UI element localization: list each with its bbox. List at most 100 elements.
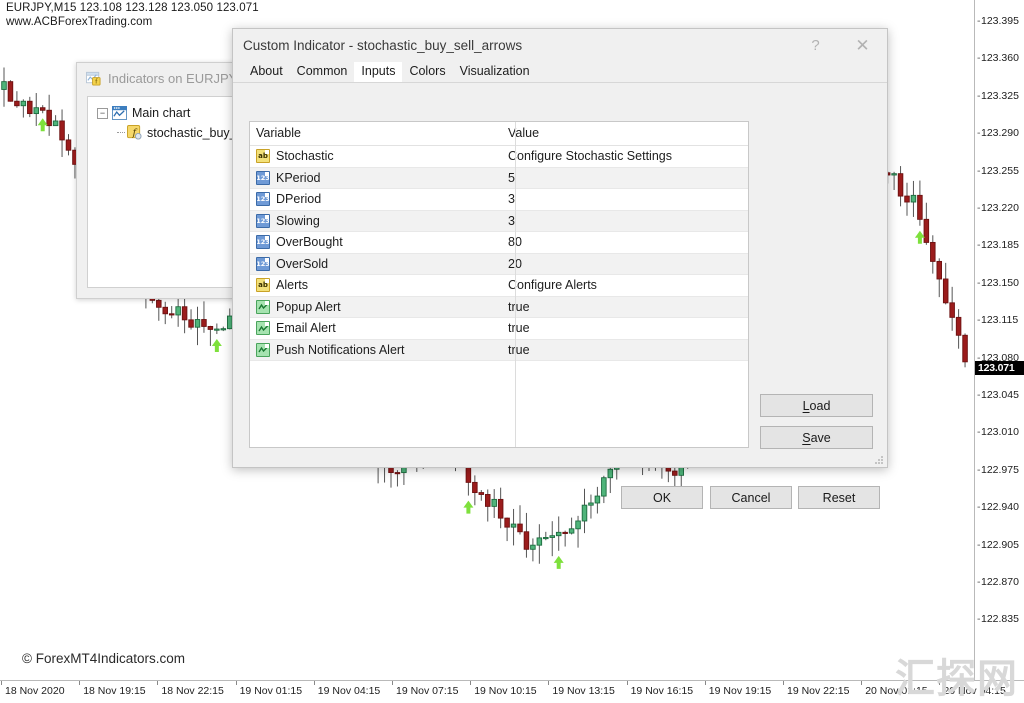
bearish-candle xyxy=(472,481,478,494)
bullish-candle xyxy=(220,328,227,331)
custom-indicator-dialog[interactable]: Custom Indicator - stochastic_buy_sell_a… xyxy=(232,28,888,509)
close-icon[interactable]: ✕ xyxy=(838,29,887,62)
column-divider[interactable] xyxy=(515,122,516,447)
parameter-value: 3 xyxy=(508,213,515,228)
parameter-value-cell[interactable]: 20 xyxy=(500,253,748,275)
table-header-row: Variable Value xyxy=(250,122,748,146)
parameter-name-cell: ab Alerts xyxy=(250,274,500,297)
integer-type-icon: 123 xyxy=(256,213,270,228)
parameter-value-cell[interactable]: true xyxy=(500,296,748,318)
time-tick-mark xyxy=(939,681,941,685)
integer-type-icon: 123 xyxy=(256,170,270,185)
parameter-name-cell: 123 KPeriod xyxy=(250,167,500,189)
price-tick-label: -122.905 xyxy=(977,538,1019,551)
price-tick-label: -123.395 xyxy=(977,15,1019,27)
table-row[interactable]: 123 DPeriod 3 xyxy=(250,188,748,211)
price-tick-label: -123.220 xyxy=(977,202,1019,214)
integer-type-icon: 123 xyxy=(256,192,270,207)
table-row[interactable]: 123 Slowing 3 xyxy=(250,210,748,232)
bearish-candle xyxy=(478,492,485,495)
time-tick-label: 19 Nov 13:15 xyxy=(552,685,615,697)
tab-about[interactable]: About xyxy=(243,62,290,82)
time-tick-mark xyxy=(79,681,81,685)
tab-inputs[interactable]: Inputs xyxy=(354,62,403,82)
tree-item-label: stochastic_buy_s xyxy=(147,125,243,140)
parameter-value-cell[interactable]: 3 xyxy=(500,188,748,211)
bearish-candle xyxy=(562,531,568,534)
bearish-candle xyxy=(14,100,20,107)
resize-grip-icon[interactable] xyxy=(875,456,884,465)
parameter-name: DPeriod xyxy=(276,192,322,207)
time-tick-mark xyxy=(392,681,393,685)
tab-visualization[interactable]: Visualization xyxy=(453,62,537,82)
time-tick-label: 18 Nov 22:15 xyxy=(161,685,224,697)
table-row[interactable]: ab Stochastic Configure Stochastic Setting… xyxy=(250,145,748,168)
dialog-titlebar[interactable]: Custom Indicator - stochastic_buy_sell_a… xyxy=(233,29,887,62)
dialog-window-buttons: ? ✕ xyxy=(793,29,887,62)
bullish-candle xyxy=(214,328,220,331)
current-price-tag: 123.071 xyxy=(975,360,1024,375)
time-tick-mark xyxy=(470,681,472,685)
bearish-candle xyxy=(955,316,962,336)
time-tick-mark xyxy=(1,681,2,685)
integer-type-icon: 123 xyxy=(256,256,270,271)
parameter-value-cell[interactable]: 5 xyxy=(500,167,748,189)
bearish-candle xyxy=(904,195,910,203)
price-tick-label: -123.115 xyxy=(977,314,1019,327)
column-header-value: Value xyxy=(500,122,748,146)
column-header-variable: Variable xyxy=(250,122,500,146)
parameter-value-cell[interactable]: true xyxy=(500,339,748,361)
time-scale[interactable]: 18 Nov 2020 18 Nov 19:15 18 Nov 22:15 19 No… xyxy=(0,681,1024,703)
bearish-candle xyxy=(897,173,904,197)
bearish-candle xyxy=(7,81,14,102)
bearish-candle xyxy=(27,100,33,115)
boolean-type-icon xyxy=(256,299,270,314)
string-type-icon: ab xyxy=(256,149,270,164)
table-row[interactable]: 123 OverSold 20 xyxy=(250,253,748,275)
price-scale[interactable]: -123.395 -123.360 -123.325 -123.290 -123.255… xyxy=(975,0,1024,681)
parameter-value-cell[interactable]: 80 xyxy=(500,231,748,254)
save-button[interactable]: Save xyxy=(760,426,873,449)
load-button[interactable]: Load xyxy=(760,394,873,417)
buy-arrow-icon xyxy=(463,500,474,514)
help-icon[interactable]: ? xyxy=(793,29,838,62)
time-tick-mark xyxy=(548,681,550,685)
bearish-candle xyxy=(156,299,162,308)
ok-button[interactable]: OK xyxy=(621,486,703,509)
parameter-value: true xyxy=(508,342,530,357)
buy-arrow-icon xyxy=(37,118,48,132)
table-row[interactable]: Popup Alert true xyxy=(250,296,748,318)
tab-colors[interactable]: Colors xyxy=(402,62,452,82)
parameter-name-cell: 123 DPeriod xyxy=(250,188,500,211)
table-row[interactable]: Email Alert true xyxy=(250,317,748,340)
parameter-value: true xyxy=(508,321,530,336)
parameter-value-cell[interactable]: true xyxy=(500,317,748,340)
reset-button[interactable]: Reset xyxy=(798,486,880,509)
bullish-candle xyxy=(594,495,601,504)
parameter-value: 5 xyxy=(508,170,515,185)
parameter-value-cell[interactable]: Configure Stochastic Settings xyxy=(500,145,748,168)
parameter-name-cell: Email Alert xyxy=(250,317,500,340)
table-row[interactable]: ab Alerts Configure Alerts xyxy=(250,274,748,297)
collapse-icon[interactable]: − xyxy=(97,107,108,119)
parameter-name: Slowing xyxy=(276,213,320,228)
parameter-value-cell[interactable]: 3 xyxy=(500,210,748,232)
time-tick-label: 19 Nov 10:15 xyxy=(474,685,537,697)
price-tick-label: -122.835 xyxy=(977,613,1019,626)
buy-arrow-icon xyxy=(914,230,925,244)
parameter-name: KPeriod xyxy=(276,170,321,185)
dialog-tabs[interactable]: About Common Inputs Colors Visualization xyxy=(233,62,887,83)
table-row[interactable]: 123 OverBought 80 xyxy=(250,231,748,254)
boolean-type-icon xyxy=(256,321,270,336)
bullish-candle xyxy=(678,466,685,476)
cancel-button[interactable]: Cancel xyxy=(710,486,792,509)
parameters-table-container[interactable]: Variable Value ab Stochastic Configure Sto… xyxy=(249,121,749,448)
table-row[interactable]: Push Notifications Alert true xyxy=(250,339,748,361)
table-row[interactable]: 123 KPeriod 5 xyxy=(250,167,748,189)
tab-common[interactable]: Common xyxy=(290,62,355,82)
time-tick-mark xyxy=(313,681,315,685)
time-tick-label: 19 Nov 19:15 xyxy=(708,685,772,697)
indicator-window-icon: f xyxy=(86,71,101,85)
parameter-value-cell[interactable]: Configure Alerts xyxy=(500,274,748,297)
time-tick-mark xyxy=(704,681,706,685)
